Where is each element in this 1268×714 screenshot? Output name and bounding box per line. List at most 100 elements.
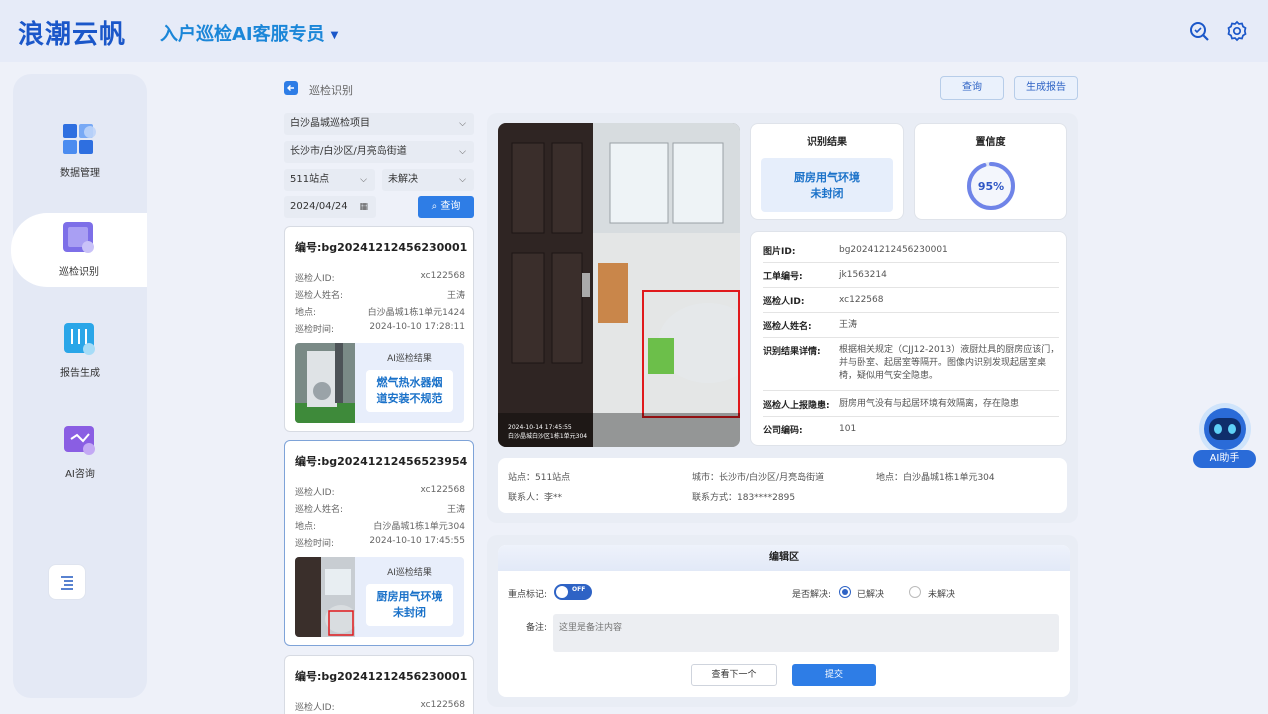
region-select[interactable]: 长沙市/白沙区/月亮岛街道 ⌵ <box>284 141 474 163</box>
record-id: 编号:bg20241212456230001 <box>295 241 468 254</box>
location-info-bar: 站点：511站点 城市：长沙市/白沙区/月亮岛街道 地点：白沙晶城1栋1单元30… <box>498 458 1067 513</box>
gear-icon[interactable] <box>1226 20 1248 42</box>
station-info: 站点：511站点 <box>508 473 571 483</box>
detail-row: 巡检人姓名: 王涛 <box>763 319 1059 338</box>
back-button[interactable] <box>284 81 298 95</box>
card-row: 巡检时间: 2024-10-10 17:45:55 <box>295 536 465 549</box>
date-value: 2024/04/24 <box>290 201 348 212</box>
ai-result-title: AI巡检结果 <box>387 354 432 364</box>
confidence-value: 95% <box>978 180 1004 193</box>
menu-icon <box>61 576 73 590</box>
submit-button[interactable]: 提交 <box>792 664 876 686</box>
data-management-icon <box>63 122 97 156</box>
project-select[interactable]: 白沙晶城巡检项目 ⌵ <box>284 113 474 135</box>
status-select-value: 未解决 <box>388 174 418 185</box>
ai-result-title: AI巡检结果 <box>387 568 432 578</box>
edit-title: 编辑区 <box>498 545 1070 571</box>
brand-logo: 浪潮云帆 <box>18 20 127 50</box>
detail-row: 工单编号: jk1563214 <box>763 269 1059 288</box>
chevron-down-icon: ⌵ <box>459 175 466 185</box>
radio-resolved[interactable] <box>839 586 851 598</box>
chevron-down-icon: ⌵ <box>459 147 466 157</box>
ai-result-panel: AI巡检结果 燃气热水器烟 道安装不规范 <box>295 343 464 423</box>
card-row: 巡检人姓名: 王涛 <box>295 291 465 301</box>
query-button[interactable]: 查询 <box>940 76 1004 100</box>
status-select[interactable]: 未解决 ⌵ <box>382 169 474 191</box>
toggle-text: OFF <box>572 586 586 593</box>
record-card[interactable]: 编号:bg20241212456230001 巡检人ID: xc122568 巡检… <box>284 226 474 432</box>
sidebar-item-data-management[interactable]: 数据管理 <box>13 122 147 194</box>
water-heater-thumbnail <box>295 343 355 423</box>
sidebar-item-label: AI咨询 <box>65 469 95 480</box>
date-picker[interactable]: 2024/04/24 ▦ <box>284 196 376 218</box>
note-label: 备注: <box>526 623 548 633</box>
chevron-down-icon: ⌵ <box>459 119 466 129</box>
detail-row: 巡检人ID: xc122568 <box>763 294 1059 313</box>
station-select[interactable]: 511站点 ⌵ <box>284 169 375 191</box>
detail-row: 巡检人上报隐患: 厨房用气没有与起居环境有效隔离，存在隐患 <box>763 398 1059 417</box>
city-info: 城市：长沙市/白沙区/月亮岛街道 <box>692 473 825 483</box>
confidence-box: 置信度 95% <box>914 123 1067 220</box>
chevron-down-icon: ⌵ <box>360 175 367 185</box>
recognition-result-box: 识别结果 厨房用气环境 未封闭 <box>750 123 904 220</box>
inspect-search-icon[interactable] <box>1188 20 1210 42</box>
sidebar-item-label: 报告生成 <box>60 368 100 379</box>
confidence-gauge: 95% <box>967 162 1015 210</box>
card-row: 地点: 白沙晶城1栋1单元1424 <box>295 308 465 318</box>
phone-info: 联系方式：183****2895 <box>692 493 796 503</box>
search-button-label: 查询 <box>440 201 461 212</box>
recognition-result-title: 识别结果 <box>807 137 847 148</box>
mark-toggle[interactable]: OFF <box>554 584 592 600</box>
project-select-value: 白沙晶城巡检项目 <box>290 118 370 129</box>
ai-result-label: 燃气热水器烟 道安装不规范 <box>366 370 453 412</box>
card-row: 巡检人ID: xc122568 <box>295 271 465 284</box>
sidebar-item-ai-consult[interactable]: AI咨询 <box>13 423 147 495</box>
sidebar-item-label: 数据管理 <box>60 168 100 179</box>
menu-toggle-button[interactable] <box>48 564 86 600</box>
radio-resolved-label: 已解决 <box>857 590 885 600</box>
photo-watermark: 2024-10-14 17:45:55 白沙晶城白沙区1栋1单元304 <box>508 424 588 440</box>
caret-down-icon: ▼ <box>330 29 339 41</box>
ai-result-panel: AI巡检结果 厨房用气环境 未封闭 <box>295 557 464 637</box>
inspection-photo[interactable]: 2024-10-14 17:45:55 白沙晶城白沙区1栋1单元304 <box>498 123 740 447</box>
inspection-recognition-icon <box>62 221 96 255</box>
address-info: 地点：白沙晶城1栋1单元304 <box>876 473 995 483</box>
record-card[interactable]: 编号:bg20241212456230001 巡检人ID: xc122568 <box>284 655 474 714</box>
ai-consult-icon <box>63 423 97 457</box>
radio-unresolved[interactable] <box>909 586 921 598</box>
app-selector[interactable]: 入户巡检AI客服专员 ▼ <box>160 20 338 46</box>
detail-info-box: 图片ID: bg20241212456230001 工单编号: jk1563214 … <box>750 231 1067 446</box>
detail-row: 公司编码: 101 <box>763 424 857 436</box>
confidence-title: 置信度 <box>975 137 1006 148</box>
card-row: 巡检人ID: xc122568 <box>295 485 465 498</box>
app-title: 入户巡检AI客服专员 <box>160 24 325 45</box>
resolved-label: 是否解决: <box>792 590 832 600</box>
card-row: 地点: 白沙晶城1栋1单元304 <box>295 522 465 532</box>
sidebar-item-report-generation[interactable]: 报告生成 <box>13 322 147 394</box>
sidebar-item-inspection-recognition[interactable]: 巡检识别 <box>11 213 147 287</box>
calendar-icon: ▦ <box>359 202 368 212</box>
note-textarea[interactable] <box>553 614 1059 652</box>
record-id: 编号:bg20241212456230001 <box>295 670 468 683</box>
card-row: 巡检人ID: xc122568 <box>295 700 465 713</box>
detail-row-description: 识别结果详情: 根据相关规定（CJJ12-2013）液厨灶具的厨房应该门，并与卧室… <box>763 344 1059 391</box>
station-select-value: 511站点 <box>290 174 330 185</box>
card-row: 巡检时间: 2024-10-10 17:28:11 <box>295 322 465 335</box>
search-button[interactable]: ⌕ 查询 <box>418 196 474 218</box>
ai-result-label: 厨房用气环境 未封闭 <box>366 584 453 626</box>
recognition-result-value: 厨房用气环境 未封闭 <box>761 158 893 212</box>
view-next-button[interactable]: 查看下一个 <box>691 664 777 686</box>
detail-row: 图片ID: bg20241212456230001 <box>763 244 1059 263</box>
record-card-selected[interactable]: 编号:bg20241212456523954 巡检人ID: xc122568 巡检… <box>284 440 474 646</box>
arrow-left-icon <box>287 85 294 91</box>
generate-report-button[interactable]: 生成报告 <box>1014 76 1078 100</box>
app-header: 浪潮云帆 入户巡检AI客服专员 ▼ <box>0 0 1268 62</box>
sidebar-item-label: 巡检识别 <box>59 267 99 278</box>
breadcrumb: 巡检识别 <box>309 84 353 97</box>
toggle-knob <box>556 586 568 598</box>
search-icon: ⌕ <box>431 201 438 212</box>
report-generation-icon <box>63 322 97 356</box>
kitchen-photo-image <box>498 123 740 447</box>
ai-assistant-button[interactable]: AI助手 <box>1193 450 1256 468</box>
contact-info: 联系人：李** <box>508 493 563 503</box>
